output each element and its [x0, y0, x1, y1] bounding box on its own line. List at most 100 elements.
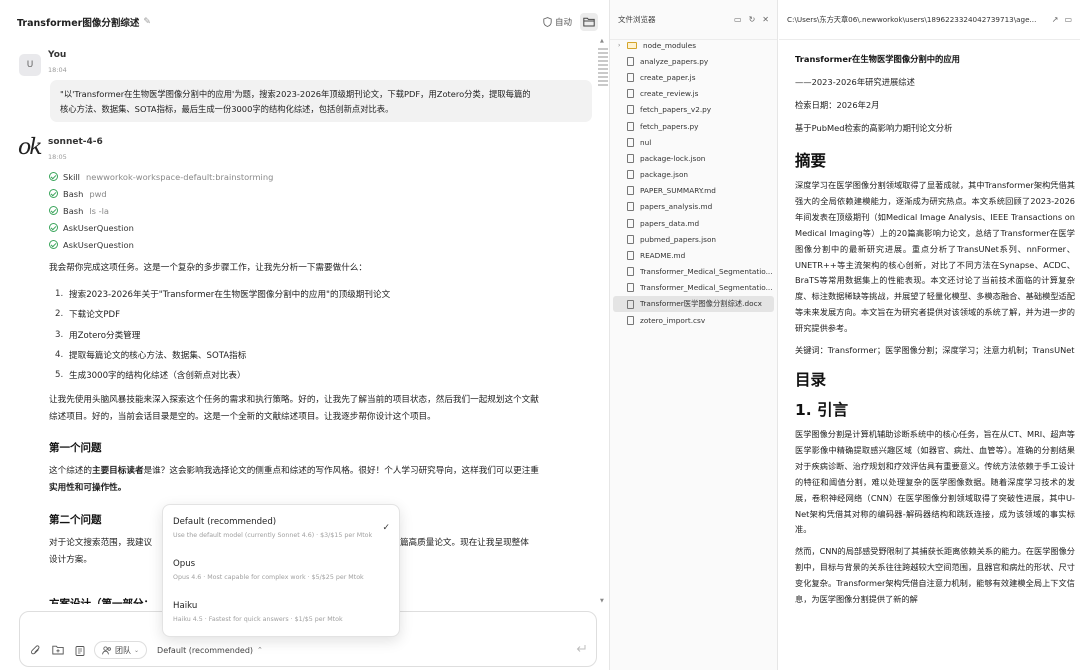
model-selector[interactable]: Default (recommended) ⌃: [157, 646, 263, 655]
document-body: Transformer在生物医学图像分割中的应用 ——2023-2026年研究进…: [795, 48, 1075, 608]
file-item[interactable]: Transformer_Medical_Segmentatio...: [610, 280, 777, 296]
file-name: analyze_papers.py: [640, 56, 709, 66]
scrollbar-thumb[interactable]: [598, 48, 608, 90]
file-item[interactable]: create_paper.js: [610, 69, 777, 85]
file-name: papers_data.md: [640, 218, 700, 228]
chevron-up-icon: ⌃: [257, 646, 263, 654]
toc-heading: 目录: [795, 370, 827, 389]
model-option-desc: Use the default model (currently Sonnet …: [173, 532, 373, 539]
document-subtitle: ——2023-2026年研究进展综述: [795, 77, 915, 87]
file-item[interactable]: package-lock.json: [610, 150, 777, 166]
refresh-icon[interactable]: ↻: [749, 15, 756, 24]
tool-call-item[interactable]: AskUserQuestion: [49, 236, 273, 253]
file-item[interactable]: fetch_papers_v2.py: [610, 102, 777, 118]
document-basis: 基于PubMed检索的高影响力期刊论文分析: [795, 123, 953, 133]
file-name: package.json: [640, 170, 689, 180]
model-option-haiku[interactable]: Haiku Haiku 4.5 · Fastest for quick answ…: [163, 595, 399, 637]
model-selector-label: Default (recommended): [157, 645, 254, 655]
text-span: 对于论文搜索范围，我建议: [49, 538, 153, 548]
check-circle-icon: [49, 240, 58, 249]
user-message-time: 18:04: [48, 66, 67, 74]
user-message-bubble: "以'Transformer在生物医学图像分割中的应用'为题，搜索2023-20…: [50, 80, 592, 122]
tool-call-item[interactable]: Bash pwd: [49, 185, 273, 202]
file-item[interactable]: pubmed_papers.json: [610, 231, 777, 247]
open-folder-icon[interactable]: ▭: [734, 15, 742, 24]
file-item[interactable]: papers_data.md: [610, 215, 777, 231]
document-path: C:\Users\东方天章06\.newworkok\users\1896223…: [787, 14, 1037, 24]
team-label: 团队: [115, 645, 131, 655]
tool-name: Bash: [63, 188, 84, 199]
text-span: 是谁？这会影响我选择论文的侧重点和综述的写作风格。很好！个人学习研究导向，这样我…: [143, 466, 539, 476]
file-icon: [627, 121, 634, 131]
keywords-text: 关键词：Transformer；医学图像分割；深度学习；注意力机制；TransU…: [795, 345, 1075, 356]
list-item-text: 生成3000字的结构化综述（含创新点对比表）: [69, 371, 246, 382]
file-item[interactable]: analyze_papers.py: [610, 53, 777, 69]
file-name: Transformer_Medical_Segmentatio...: [640, 267, 773, 277]
team-selector[interactable]: 团队 ⌄: [94, 641, 148, 659]
file-item[interactable]: zotero_import.csv: [610, 312, 777, 328]
folder-icon[interactable]: ▭: [1064, 15, 1072, 24]
model-option-default[interactable]: Default (recommended) Use the default mo…: [163, 511, 399, 553]
file-icon: [627, 234, 634, 244]
file-name: papers_analysis.md: [640, 202, 713, 212]
send-icon[interactable]: [576, 644, 586, 656]
list-item: 2. 下载论文PDF: [55, 309, 121, 321]
chat-title[interactable]: Transformer图像分割综述: [17, 15, 139, 29]
file-name: nul: [640, 137, 652, 147]
auto-mode-toggle[interactable]: 自动: [543, 16, 572, 28]
auto-mode-label: 自动: [554, 18, 572, 28]
file-icon: [627, 72, 634, 82]
assistant-logo: ok: [18, 135, 43, 160]
file-item[interactable]: nul: [610, 134, 777, 150]
model-option-opus[interactable]: Opus Opus 4.6 · Most capable for complex…: [163, 553, 399, 595]
paragraph-line: 让我先使用头脑风暴技能来深入探索这个任务的需求和执行策略。好的，让我先了解当前的…: [49, 395, 539, 405]
add-folder-icon[interactable]: [50, 642, 66, 658]
model-option-desc: Haiku 4.5 · Fastest for quick answers · …: [173, 616, 343, 623]
attach-paperclip-icon[interactable]: [28, 642, 44, 658]
question-2-heading: 第二个问题: [49, 514, 102, 526]
file-item[interactable]: Transformer_Medical_Segmentatio...: [610, 264, 777, 280]
assistant-intro: 我会帮你完成这项任务。这是一个复杂的多步骤工作，让我先分析一下需要做什么：: [49, 263, 367, 273]
scroll-down-arrow-icon[interactable]: ▼: [600, 598, 604, 604]
file-icon: [627, 137, 634, 147]
model-dropdown-menu: Default (recommended) Use the default mo…: [162, 504, 400, 637]
abstract-text: 深度学习在医学图像分割领域取得了显著成就，其中Transformer架构凭借其强…: [795, 180, 1075, 334]
file-icon: [627, 251, 634, 261]
tool-call-item[interactable]: Skill newworkok-workspace-default:brainst…: [49, 168, 273, 185]
scroll-up-arrow-icon[interactable]: ▲: [600, 38, 604, 44]
file-item[interactable]: PAPER_SUMMARY.md: [610, 183, 777, 199]
toggle-file-panel-button[interactable]: [580, 13, 598, 31]
tool-arg: newworkok-workspace-default:brainstormin…: [86, 171, 274, 182]
folder-icon: [583, 17, 595, 27]
rename-pencil-icon[interactable]: ✎: [143, 17, 151, 27]
file-icon: [627, 170, 634, 180]
file-item[interactable]: package.json: [610, 167, 777, 183]
tool-call-item[interactable]: Bash ls -la: [49, 202, 273, 219]
file-item[interactable]: README.md: [610, 247, 777, 263]
file-tree: › node_modules analyze_papers.py create_pap…: [610, 37, 777, 328]
external-link-icon[interactable]: ↗: [1052, 15, 1059, 24]
tool-name: Bash: [63, 205, 84, 216]
file-item[interactable]: papers_analysis.md: [610, 199, 777, 215]
file-name: PAPER_SUMMARY.md: [640, 186, 716, 196]
bold-line: 实用性和可操作性。: [49, 483, 127, 493]
file-item[interactable]: fetch_papers.py: [610, 118, 777, 134]
tool-name: Skill: [63, 171, 80, 182]
file-item[interactable]: Transformer医学图像分割综述.docx: [613, 296, 774, 313]
folder-icon: [627, 41, 637, 49]
file-name: README.md: [640, 251, 686, 261]
intro-heading: 1. 引言: [795, 400, 849, 419]
clipboard-icon[interactable]: [72, 642, 88, 658]
file-explorer: 文件浏览器 ▭ ↻ ✕ › node_modules analyze_papers.…: [610, 0, 778, 670]
file-item[interactable]: create_review.js: [610, 86, 777, 102]
close-icon[interactable]: ✕: [762, 15, 769, 24]
app-window: Transformer图像分割综述 ✎ 自动 U You 18:04 "以'Tr…: [0, 0, 1080, 670]
document-title: Transformer在生物医学图像分割中的应用: [795, 54, 960, 64]
file-name: Transformer_Medical_Segmentatio...: [640, 283, 773, 293]
tool-call-item[interactable]: AskUserQuestion: [49, 219, 273, 236]
folder-item[interactable]: › node_modules: [610, 37, 777, 53]
file-name: create_review.js: [640, 89, 699, 99]
document-header: C:\Users\东方天章06\.newworkok\users\1896223…: [779, 0, 1080, 40]
user-name: You: [48, 50, 67, 60]
list-item-text: 用Zotero分类管理: [69, 330, 141, 341]
